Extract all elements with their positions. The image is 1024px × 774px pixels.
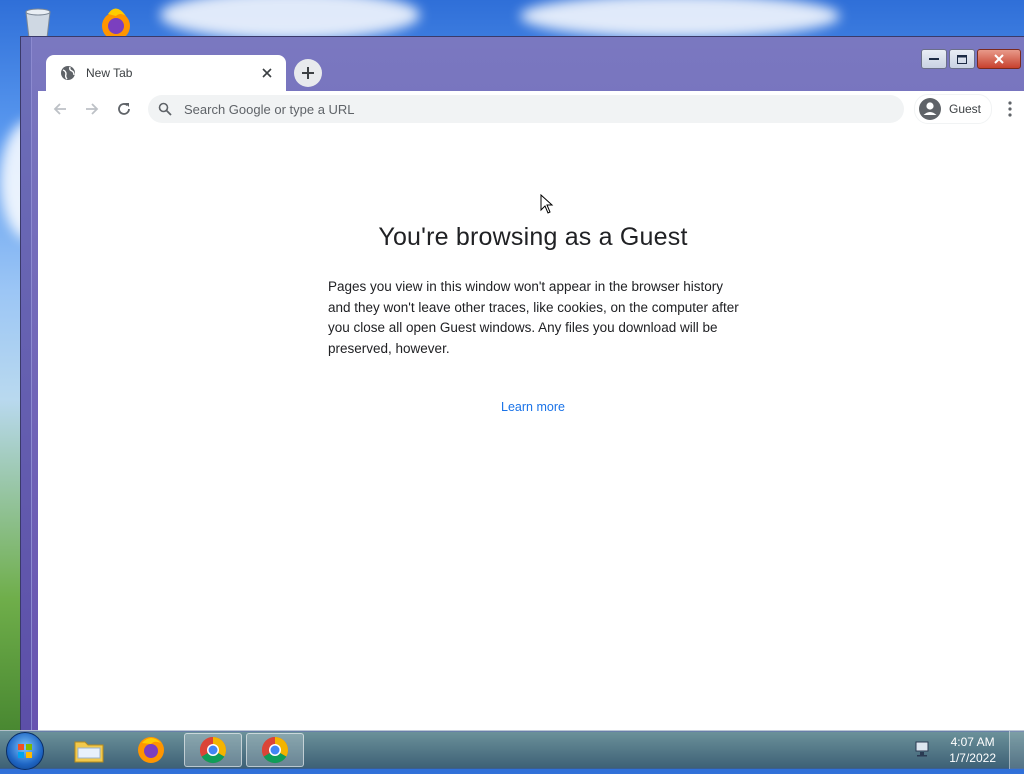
profile-button[interactable]: Guest bbox=[914, 94, 993, 124]
desktop-cloud bbox=[160, 0, 420, 40]
omnibox[interactable] bbox=[148, 95, 904, 123]
search-icon bbox=[158, 102, 172, 116]
network-icon[interactable] bbox=[914, 741, 932, 757]
menu-button[interactable] bbox=[998, 95, 1022, 123]
start-button[interactable] bbox=[6, 732, 44, 770]
taskbar-firefox[interactable] bbox=[122, 733, 180, 767]
new-tab-button[interactable] bbox=[294, 59, 322, 87]
desktop-cloud bbox=[520, 0, 840, 38]
guest-page: You're browsing as a Guest Pages you vie… bbox=[38, 127, 1024, 731]
firefox-desktop-icon[interactable] bbox=[94, 6, 138, 40]
reload-button[interactable] bbox=[110, 95, 138, 123]
chrome-icon bbox=[261, 736, 289, 764]
mouse-cursor-icon bbox=[540, 193, 554, 214]
guest-description: Pages you view in this window won't appe… bbox=[328, 279, 739, 356]
browser-frame: New Tab Search Google or type a URL Gues… bbox=[31, 37, 1024, 731]
folder-icon bbox=[74, 741, 104, 763]
firefox-icon bbox=[138, 737, 164, 763]
maximize-button[interactable] bbox=[949, 49, 975, 69]
clock-date: 1/7/2022 bbox=[949, 751, 996, 765]
minimize-button[interactable] bbox=[921, 49, 947, 69]
taskbar-file-explorer[interactable] bbox=[60, 733, 118, 767]
close-tab-icon[interactable] bbox=[258, 64, 276, 82]
system-clock[interactable]: 4:07 AM 1/7/2022 bbox=[949, 734, 996, 766]
search-input[interactable] bbox=[182, 100, 866, 118]
back-button[interactable] bbox=[46, 95, 74, 123]
taskbar: 4:07 AM 1/7/2022 bbox=[0, 730, 1024, 770]
chrome-icon bbox=[199, 736, 227, 764]
avatar-icon bbox=[919, 98, 941, 120]
tab-title: New Tab bbox=[86, 66, 133, 80]
taskbar-chrome-1[interactable] bbox=[184, 733, 242, 767]
close-window-button[interactable] bbox=[977, 49, 1021, 69]
recycle-bin-icon[interactable] bbox=[20, 6, 56, 39]
arrow-left-icon bbox=[53, 103, 66, 115]
tab-new-tab[interactable]: New Tab bbox=[46, 55, 286, 91]
clock-time: 4:07 AM bbox=[950, 735, 995, 749]
forward-button[interactable] bbox=[78, 95, 106, 123]
title-bar[interactable]: New Tab bbox=[32, 37, 1024, 91]
arrow-right-icon bbox=[86, 103, 99, 115]
show-desktop-button[interactable] bbox=[1009, 731, 1024, 769]
browser-window: New Tab Search Google or type a URL Gues… bbox=[20, 36, 1024, 732]
plus-icon bbox=[302, 67, 314, 79]
window-controls bbox=[921, 49, 1021, 69]
windows-logo-icon bbox=[18, 744, 32, 758]
profile-label: Guest bbox=[949, 102, 982, 116]
learn-more-link[interactable]: Learn more bbox=[38, 400, 1024, 414]
reload-icon bbox=[118, 103, 130, 115]
taskbar-chrome-2[interactable] bbox=[246, 733, 304, 767]
page-title: You're browsing as a Guest bbox=[378, 223, 688, 251]
globe-icon bbox=[60, 65, 76, 81]
browser-toolbar: Guest bbox=[38, 91, 1024, 128]
more-vert-icon bbox=[1008, 101, 1012, 117]
